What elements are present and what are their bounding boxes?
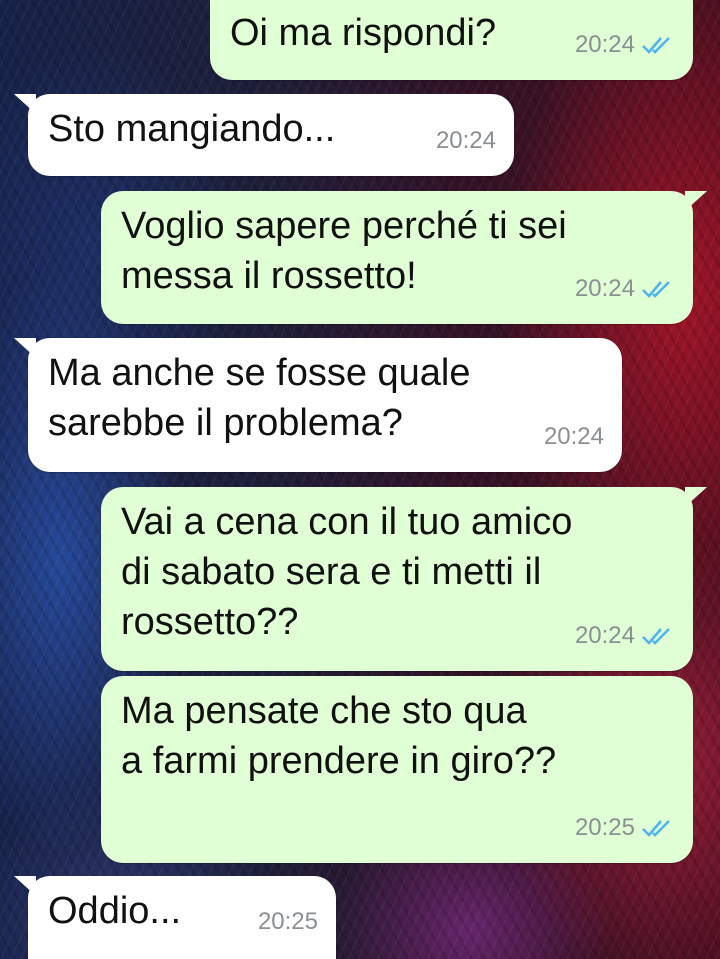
message-meta: 20:24 [544,412,604,462]
message-bubble-incoming[interactable]: Ma anche se fosse quale sarebbe il probl… [14,338,622,472]
double-check-icon [642,628,670,645]
message-bubble-outgoing[interactable]: Ma pensate che sto qua a farmi prendere … [101,676,693,863]
message-meta: 20:24 [575,611,675,661]
message-meta: 20:25 [258,897,318,947]
message-text: Ma pensate che sto qua a farmi prendere … [121,690,557,782]
message-text: Ma anche se fosse quale sarebbe il probl… [48,352,471,444]
message-time: 20:24 [574,275,635,302]
message-text: Sto mangiando... [48,108,336,150]
message-meta: 20:24 [436,116,496,166]
message-meta: 20:24 [575,20,675,70]
message-bubble-outgoing[interactable]: Vai a cena con il tuo amico di sabato se… [101,487,707,671]
message-time: 20:24 [574,622,635,649]
message-time: 20:24 [574,31,635,58]
message-time: 20:24 [435,127,496,154]
message-bubble-outgoing[interactable]: Voglio sapere perché ti sei messa il ros… [101,191,707,324]
message-meta: 20:25 [575,803,675,853]
message-meta: 20:24 [575,264,675,314]
double-check-icon [642,820,670,837]
message-time: 20:24 [543,423,604,450]
message-bubble-incoming[interactable]: Sto mangiando... 20:24 [14,94,514,176]
message-time: 20:25 [257,908,318,935]
message-time: 20:25 [574,814,635,841]
double-check-icon [642,37,670,54]
double-check-icon [642,281,670,298]
message-bubble-outgoing[interactable]: Oi ma rispondi? 20:24 [210,0,693,80]
message-bubble-incoming[interactable]: Oddio... 20:25 [14,876,336,959]
